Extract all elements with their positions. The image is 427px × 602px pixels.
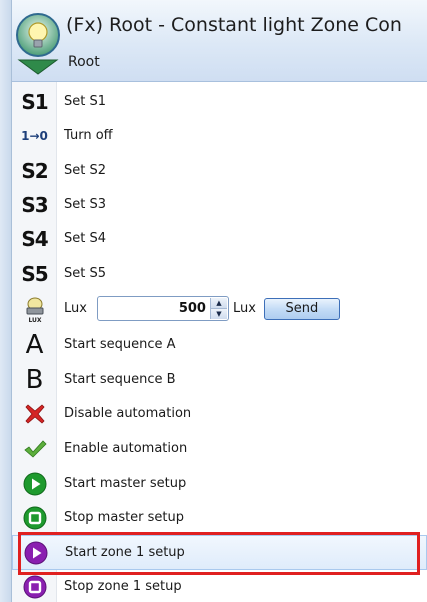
lux-unit-label: Lux bbox=[232, 301, 256, 316]
menu-item-set-s3[interactable]: S3 Set S3 bbox=[12, 187, 427, 222]
lux-value: 500 bbox=[178, 301, 206, 316]
lux-value-stepper[interactable]: 500 ▲ ▼ bbox=[96, 296, 229, 321]
menu-item-label: Start zone 1 setup bbox=[65, 545, 185, 560]
lux-sensor-icon: LUX bbox=[12, 291, 57, 326]
s3-icon: S3 bbox=[21, 192, 48, 217]
menu-item-turn-off[interactable]: 1→0 Turn off bbox=[12, 118, 427, 153]
menu-item-start-sequence-b[interactable]: B Start sequence B bbox=[12, 362, 427, 397]
send-button[interactable]: Send bbox=[263, 297, 340, 320]
menu-item-label: Set S3 bbox=[64, 197, 107, 212]
menu-item-label: Start sequence A bbox=[64, 337, 176, 352]
menu-item-label: Turn off bbox=[64, 128, 113, 143]
menu-item-stop-master-setup[interactable]: Stop master setup bbox=[12, 500, 427, 535]
menu-item-label: Stop master setup bbox=[64, 510, 185, 525]
purple-stop-icon bbox=[12, 569, 57, 602]
menu-item-start-zone-1-setup[interactable]: Start zone 1 setup bbox=[12, 535, 427, 570]
header: (Fx) Root - Constant light Zone Con Root bbox=[12, 0, 427, 82]
letter-a-icon: A bbox=[25, 329, 44, 360]
letter-b-icon: B bbox=[25, 364, 44, 395]
menu-item-label: Set S5 bbox=[64, 266, 107, 281]
menu-item-lux: LUX Lux 500 ▲ ▼ Lux Send bbox=[12, 291, 427, 326]
s2-icon: S2 bbox=[21, 158, 48, 183]
s5-icon: S5 bbox=[21, 261, 48, 286]
green-check-icon bbox=[12, 431, 57, 466]
lux-spinner: ▲ ▼ bbox=[209, 298, 227, 319]
red-x-icon bbox=[12, 396, 57, 431]
lux-label: Lux bbox=[64, 301, 87, 316]
menu-item-label: Start sequence B bbox=[64, 372, 176, 387]
menu-item-enable-automation[interactable]: Enable automation bbox=[12, 431, 427, 466]
green-play-icon bbox=[12, 466, 57, 501]
menu-item-label: Set S4 bbox=[64, 231, 107, 246]
purple-play-icon bbox=[13, 535, 58, 570]
s4-icon: S4 bbox=[21, 226, 48, 251]
left-window-edge bbox=[0, 0, 12, 602]
menu-item-label: Stop zone 1 setup bbox=[64, 579, 182, 594]
menu-item-set-s5[interactable]: S5 Set S5 bbox=[12, 256, 427, 291]
menu-item-label: Set S2 bbox=[64, 163, 107, 178]
spin-down-icon[interactable]: ▼ bbox=[210, 308, 227, 319]
s1-icon: S1 bbox=[21, 89, 48, 114]
menu-item-set-s2[interactable]: S2 Set S2 bbox=[12, 153, 427, 188]
menu-item-set-s4[interactable]: S4 Set S4 bbox=[12, 221, 427, 256]
menu-item-label: Disable automation bbox=[64, 406, 192, 421]
window-title: (Fx) Root - Constant light Zone Con bbox=[66, 14, 402, 36]
svg-text:LUX: LUX bbox=[28, 317, 41, 324]
menu-item-label: Set S1 bbox=[64, 94, 107, 109]
lightbulb-icon[interactable] bbox=[15, 12, 61, 76]
menu-item-start-sequence-a[interactable]: A Start sequence A bbox=[12, 327, 427, 362]
turn-off-icon: 1→0 bbox=[21, 128, 48, 143]
menu-item-start-master-setup[interactable]: Start master setup bbox=[12, 466, 427, 501]
green-stop-icon bbox=[12, 500, 57, 535]
spin-up-icon[interactable]: ▲ bbox=[210, 298, 227, 308]
context-menu: S1 Set S1 1→0 Turn off S2 Set S2 S3 Set … bbox=[12, 82, 427, 602]
menu-item-stop-zone-1-setup[interactable]: Stop zone 1 setup bbox=[12, 569, 427, 602]
menu-item-disable-automation[interactable]: Disable automation bbox=[12, 396, 427, 431]
breadcrumb-root: Root bbox=[68, 54, 100, 70]
menu-item-label: Enable automation bbox=[64, 441, 188, 456]
menu-item-set-s1[interactable]: S1 Set S1 bbox=[12, 84, 427, 119]
menu-item-label: Start master setup bbox=[64, 476, 187, 491]
